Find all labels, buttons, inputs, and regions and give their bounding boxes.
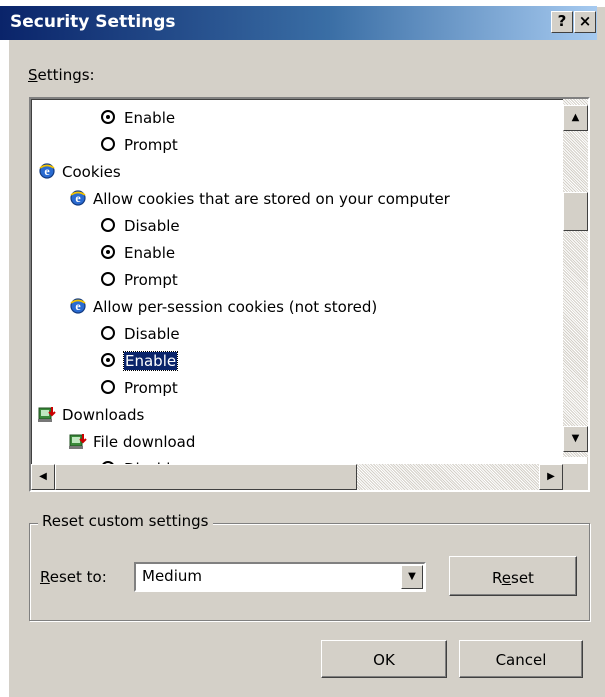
reset-to-label: Reset to: <box>40 568 107 586</box>
tree-item-label: Disable <box>124 217 180 235</box>
hscroll-thumb[interactable] <box>55 464 357 490</box>
tree-item-label: Prompt <box>124 136 178 154</box>
reset-group-legend: Reset custom settings <box>38 512 213 530</box>
title-bar[interactable]: Security Settings ? × <box>0 6 597 40</box>
tree-item-label: Enable <box>124 109 176 127</box>
ie-icon: e <box>69 189 87 207</box>
tree-category[interactable]: e Cookies <box>38 159 121 185</box>
chevron-down-icon[interactable]: ▼ <box>401 565 423 589</box>
radio-unchecked-icon[interactable] <box>101 325 115 340</box>
radio-option-enable[interactable]: Enable <box>101 105 175 131</box>
radio-checked-icon[interactable] <box>101 109 115 124</box>
radio-unchecked-icon[interactable] <box>101 379 115 394</box>
ie-icon: e <box>38 162 56 180</box>
tree-category[interactable]: Downloads <box>38 402 144 428</box>
cancel-button[interactable]: Cancel <box>459 640 583 678</box>
window-title: Security Settings <box>10 12 176 32</box>
radio-option-prompt[interactable]: Prompt <box>101 267 178 293</box>
radio-option-enable[interactable]: Enable <box>101 240 175 266</box>
radio-checked-icon[interactable] <box>101 352 115 367</box>
scroll-down-button[interactable]: ▼ <box>563 426 588 452</box>
radio-option-prompt[interactable]: Prompt <box>101 132 178 158</box>
radio-option-prompt[interactable]: Prompt <box>101 375 178 401</box>
reset-button[interactable]: Reset <box>449 556 577 596</box>
scroll-up-button[interactable]: ▲ <box>563 105 588 131</box>
help-button[interactable]: ? <box>551 11 573 33</box>
radio-unchecked-icon[interactable] <box>101 136 115 151</box>
radio-option-disable[interactable]: Disable <box>101 321 180 347</box>
tree-item-label: File download <box>93 433 196 451</box>
reset-level-value: Medium <box>142 567 202 585</box>
tree-setting[interactable]: File download <box>69 429 195 455</box>
radio-unchecked-icon[interactable] <box>101 217 115 232</box>
settings-label: Settings: <box>28 66 95 84</box>
close-button[interactable]: × <box>574 11 596 33</box>
reset-level-select[interactable]: Medium ▼ <box>134 562 426 592</box>
download-icon <box>69 432 87 450</box>
ie-icon: e <box>69 297 87 315</box>
horizontal-scrollbar[interactable]: ◀ ▶ <box>31 464 563 490</box>
tree-item-label: Cookies <box>62 163 121 181</box>
scroll-left-button[interactable]: ◀ <box>31 464 55 490</box>
radio-unchecked-icon[interactable] <box>101 271 115 286</box>
radio-option-enable[interactable]: Enable <box>101 348 179 374</box>
tree-item-label: Enable <box>124 244 176 262</box>
tree-item-label: Downloads <box>62 406 145 424</box>
tree-setting[interactable]: e Allow per-session cookies (not stored) <box>69 294 377 320</box>
ok-button[interactable]: OK <box>321 640 447 678</box>
scroll-thumb[interactable] <box>563 192 588 231</box>
radio-option-disable[interactable]: Disable <box>101 213 180 239</box>
tree-item-label: Enable <box>122 351 179 371</box>
vertical-scrollbar[interactable]: ▲ ▼ <box>563 99 588 457</box>
tree-item-label: Allow per-session cookies (not stored) <box>93 298 378 316</box>
tree-item-label: Prompt <box>124 271 178 289</box>
scroll-right-button[interactable]: ▶ <box>539 464 563 490</box>
download-icon <box>38 405 56 423</box>
tree-item-label: Disable <box>124 325 180 343</box>
tree-item-label: Prompt <box>124 379 178 397</box>
scroll-corner <box>563 464 588 490</box>
tree-setting[interactable]: e Allow cookies that are stored on your c… <box>69 186 450 212</box>
settings-tree[interactable]: Enable Prompt e Cookies e Allow cookies that … <box>29 97 590 492</box>
radio-checked-icon[interactable] <box>101 244 115 259</box>
tree-item-label: Allow cookies that are stored on your co… <box>93 190 450 208</box>
